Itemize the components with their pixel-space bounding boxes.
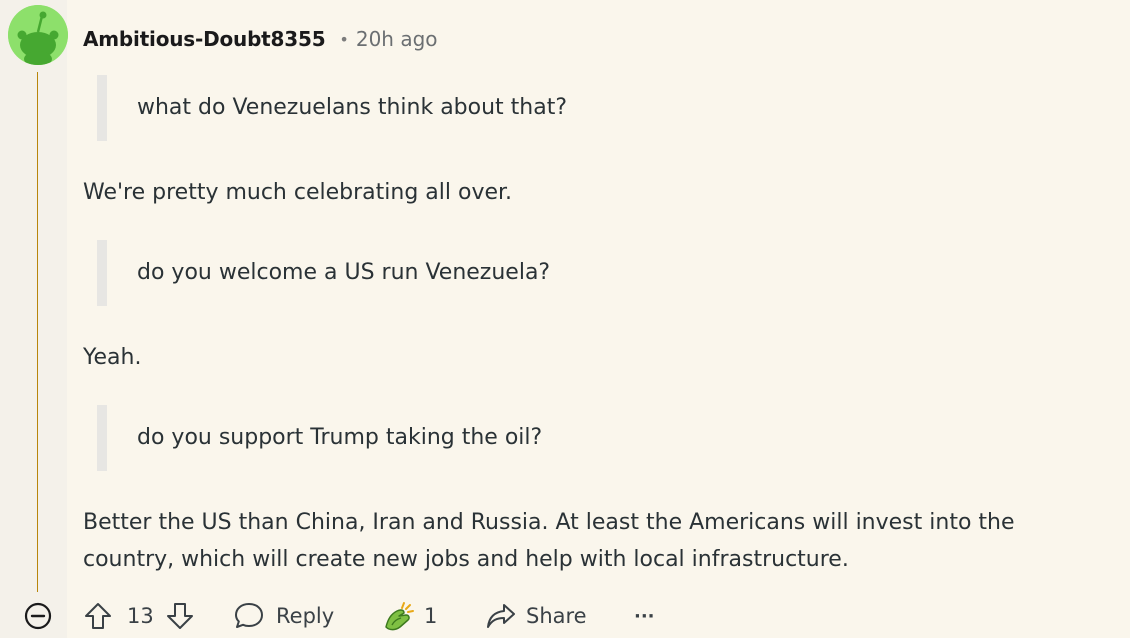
timestamp[interactable]: 20h ago (356, 27, 438, 51)
quote-bar (97, 75, 107, 141)
quote-text: do you support Trump taking the oil? (137, 425, 543, 450)
quote-text: what do Venezuelans think about that? (137, 95, 568, 120)
share-label: Share (526, 604, 587, 628)
comment-actions: 13 Reply 1 Share ··· (0, 594, 1130, 638)
share-button[interactable]: Share (485, 594, 587, 638)
award-button[interactable]: 1 (382, 594, 437, 638)
snoo-avatar-icon (8, 5, 68, 65)
blockquote: do you support Trump taking the oil? (97, 405, 997, 471)
thread-gutter (0, 0, 67, 638)
quote-text: do you welcome a US run Venezuela? (137, 260, 551, 285)
arrow-down-icon (167, 603, 193, 629)
reply-button[interactable]: Reply (233, 594, 334, 638)
blockquote: do you welcome a US run Venezuela? (97, 240, 997, 306)
paragraph: Yeah. (83, 345, 142, 370)
paragraph-line: Better the US than China, Iran and Russi… (83, 510, 1015, 535)
speech-bubble-icon (235, 603, 263, 628)
reply-label: Reply (276, 604, 335, 628)
separator-dot: • (339, 29, 349, 49)
quote-bar (97, 405, 107, 471)
share-arrow-icon (487, 604, 515, 628)
vote-count: 13 (127, 604, 154, 628)
avatar[interactable] (8, 5, 68, 65)
downvote-button[interactable] (165, 594, 195, 638)
thread-line[interactable] (37, 72, 38, 592)
hands-award-icon (385, 602, 414, 631)
award-count: 1 (424, 604, 438, 628)
blockquote: what do Venezuelans think about that? (97, 75, 997, 141)
paragraph: We're pretty much celebrating all over. (83, 180, 513, 205)
more-options-button[interactable]: ··· (634, 594, 655, 638)
minus-circle-icon (24, 602, 52, 630)
collapse-button[interactable] (24, 594, 52, 638)
arrow-up-icon (85, 603, 111, 629)
upvote-button[interactable] (83, 594, 113, 638)
paragraph-line: country, which will create new jobs and … (83, 547, 849, 572)
quote-bar (97, 240, 107, 306)
comment-header: Ambitious-Doubt8355 • 20h ago (83, 24, 438, 54)
ellipsis-icon: ··· (634, 605, 655, 627)
username[interactable]: Ambitious-Doubt8355 (83, 27, 326, 51)
